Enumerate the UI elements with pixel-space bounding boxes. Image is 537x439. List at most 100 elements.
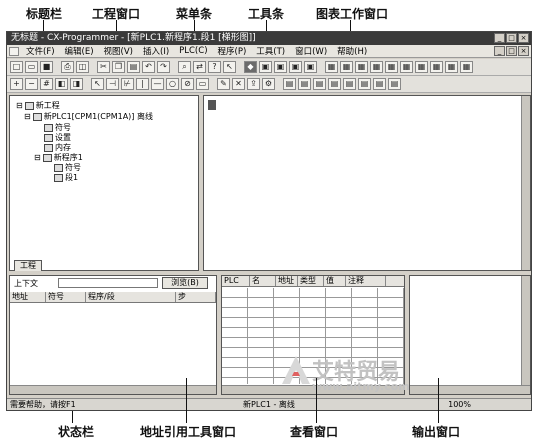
- contact-no-icon[interactable]: ⊣: [106, 78, 119, 90]
- menu-insert[interactable]: 插入(I): [138, 45, 174, 57]
- mode-icon-10[interactable]: ▦: [460, 61, 473, 73]
- coil-nc-icon[interactable]: ⊘: [181, 78, 194, 90]
- window-icon-1[interactable]: ▤: [283, 78, 296, 90]
- tree-root[interactable]: ⊟ 新工程: [16, 100, 60, 111]
- close-button[interactable]: ×: [518, 33, 529, 43]
- menu-file[interactable]: 文件(F): [21, 45, 60, 57]
- zoom-out-icon[interactable]: −: [25, 78, 38, 90]
- save-icon[interactable]: ■: [40, 61, 53, 73]
- plc-icon-4[interactable]: ▣: [304, 61, 317, 73]
- memory-icon: [44, 143, 53, 152]
- menu-program[interactable]: 程序(P): [213, 45, 252, 57]
- watermark-url: www.aitmy.com: [312, 380, 410, 393]
- mode-icon-5[interactable]: ▦: [385, 61, 398, 73]
- undo-icon[interactable]: ↶: [142, 61, 155, 73]
- menu-window[interactable]: 窗口(W): [290, 45, 332, 57]
- menu-edit[interactable]: 编辑(E): [60, 45, 99, 57]
- select-icon[interactable]: ↖: [91, 78, 104, 90]
- zoom-in-icon[interactable]: +: [10, 78, 23, 90]
- context-help-icon[interactable]: ↖: [223, 61, 236, 73]
- mdi-close-button[interactable]: ×: [518, 46, 529, 56]
- output-vscroll[interactable]: [521, 276, 530, 386]
- copy-icon[interactable]: ❐: [112, 61, 125, 73]
- program-icon: [42, 153, 52, 162]
- mode-icon-8[interactable]: ▦: [430, 61, 443, 73]
- window-icon-2[interactable]: ▤: [298, 78, 311, 90]
- menu-bar: 文件(F) 编辑(E) 视图(V) 插入(I) PLC(C) 程序(P) 工具(…: [7, 45, 531, 58]
- plc-icon-3[interactable]: ▣: [289, 61, 302, 73]
- mode-icon-4[interactable]: ▦: [370, 61, 383, 73]
- col-step[interactable]: 步: [176, 292, 216, 302]
- window-icon-5[interactable]: ▤: [343, 78, 356, 90]
- mode-icon-7[interactable]: ▦: [415, 61, 428, 73]
- project-tab[interactable]: 工程: [14, 260, 42, 271]
- monitor-icon[interactable]: ◨: [70, 78, 83, 90]
- title-bar[interactable]: 无标题 - CX-Programmer - [新PLC1.新程序1.段1 [梯形…: [7, 32, 531, 45]
- mode-icon-1[interactable]: ▦: [325, 61, 338, 73]
- help-pointer-icon[interactable]: ?: [208, 61, 221, 73]
- vertical-line-icon[interactable]: |: [136, 78, 149, 90]
- mode-icon-6[interactable]: ▦: [400, 61, 413, 73]
- tree-section[interactable]: 段1: [54, 172, 78, 183]
- mdi-restore-button[interactable]: □: [506, 46, 517, 56]
- browse-button[interactable]: 浏览(B): [162, 277, 208, 289]
- mdi-minimize-button[interactable]: _: [494, 46, 505, 56]
- coil-icon[interactable]: ○: [166, 78, 179, 90]
- callout-watch-window: 查看窗口: [290, 425, 339, 439]
- online-edit-icon[interactable]: ✎: [217, 78, 230, 90]
- plc-icon-2[interactable]: ▣: [274, 61, 287, 73]
- col-symbol[interactable]: 符号: [46, 292, 86, 302]
- menu-plc[interactable]: PLC(C): [174, 46, 212, 56]
- compile-icon[interactable]: ⚙: [262, 78, 275, 90]
- col-program-section[interactable]: 程序/段: [86, 292, 176, 302]
- col-watch-address[interactable]: 地址: [276, 276, 298, 286]
- contact-nc-icon[interactable]: ⊬: [121, 78, 134, 90]
- diagram-vscroll[interactable]: [521, 96, 530, 270]
- window-icon-7[interactable]: ▤: [373, 78, 386, 90]
- paste-icon[interactable]: ▤: [127, 61, 140, 73]
- context-label: 上下文: [14, 279, 38, 288]
- context-input[interactable]: [58, 278, 158, 288]
- menu-view[interactable]: 视图(V): [99, 45, 138, 57]
- col-name[interactable]: 名: [250, 276, 276, 286]
- status-help-text: 需要帮助，请按F1: [10, 400, 76, 409]
- window-icon-4[interactable]: ▤: [328, 78, 341, 90]
- grid-icon[interactable]: #: [40, 78, 53, 90]
- tree-plc[interactable]: ⊟ 新PLC1[CPM1(CPM1A)] 离线: [24, 111, 153, 122]
- col-plc[interactable]: PLC: [222, 276, 250, 286]
- new-file-icon[interactable]: □: [10, 61, 23, 73]
- watch-header: PLC 名 地址 类型 值 注释: [222, 276, 404, 287]
- comment-icon[interactable]: ◧: [55, 78, 68, 90]
- online-icon[interactable]: ◆: [244, 61, 257, 73]
- redo-icon[interactable]: ↷: [157, 61, 170, 73]
- settings-icon: [44, 133, 53, 142]
- mode-icon-9[interactable]: ▦: [445, 61, 458, 73]
- cut-icon[interactable]: ✂: [97, 61, 110, 73]
- window-icon-3[interactable]: ▤: [313, 78, 326, 90]
- find-icon[interactable]: ⌕: [178, 61, 191, 73]
- menu-tools[interactable]: 工具(T): [251, 45, 290, 57]
- plc-icon-1[interactable]: ▣: [259, 61, 272, 73]
- menu-help[interactable]: 帮助(H): [332, 45, 372, 57]
- instruction-icon[interactable]: ▭: [196, 78, 209, 90]
- diagram-workspace[interactable]: [203, 95, 531, 271]
- minimize-button[interactable]: _: [494, 33, 505, 43]
- mode-icon-2[interactable]: ▦: [340, 61, 353, 73]
- col-type[interactable]: 类型: [298, 276, 324, 286]
- col-value[interactable]: 值: [324, 276, 346, 286]
- print-icon[interactable]: ⎙: [61, 61, 74, 73]
- mode-icon-3[interactable]: ▦: [355, 61, 368, 73]
- cancel-edit-icon[interactable]: ✕: [232, 78, 245, 90]
- open-folder-icon[interactable]: ▭: [25, 61, 38, 73]
- horizontal-line-icon[interactable]: —: [151, 78, 164, 90]
- col-comment[interactable]: 注释: [346, 276, 386, 286]
- maximize-button[interactable]: □: [506, 33, 517, 43]
- replace-icon[interactable]: ⇄: [193, 61, 206, 73]
- window-icon-8[interactable]: ▤: [388, 78, 401, 90]
- leader-status-bar: [72, 411, 73, 423]
- print-preview-icon[interactable]: ◫: [76, 61, 89, 73]
- output-hscroll[interactable]: [410, 385, 530, 394]
- transfer-icon[interactable]: ⇪: [247, 78, 260, 90]
- col-address[interactable]: 地址: [10, 292, 46, 302]
- window-icon-6[interactable]: ▤: [358, 78, 371, 90]
